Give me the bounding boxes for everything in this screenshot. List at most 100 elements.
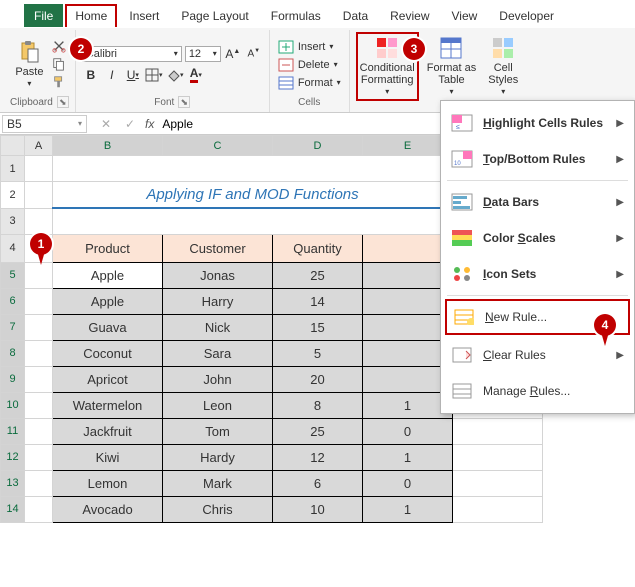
tab-review[interactable]: Review xyxy=(380,4,439,27)
select-all-corner[interactable] xyxy=(1,136,25,156)
cell-E5[interactable] xyxy=(363,262,453,288)
format-as-table-button[interactable]: Format as Table▾ xyxy=(423,34,481,99)
cell-B13[interactable]: Lemon xyxy=(53,470,163,496)
row-head-6[interactable]: 6 xyxy=(1,288,25,314)
cell-C8[interactable]: Sara xyxy=(163,340,273,366)
tab-home[interactable]: Home xyxy=(65,4,117,27)
insert-cells-button[interactable]: Insert ▾ xyxy=(276,39,343,55)
tab-data[interactable]: Data xyxy=(333,4,378,27)
font-launcher[interactable]: ⬊ xyxy=(178,96,190,108)
col-head-E[interactable]: E xyxy=(363,136,453,156)
cell-C6[interactable]: Harry xyxy=(163,288,273,314)
dd-highlight-rules[interactable]: ≤ Highlight Cells Rules ▶ xyxy=(441,105,634,141)
font-name-combo[interactable]: Calibri▾ xyxy=(82,46,182,62)
cancel-formula-button[interactable]: ✕ xyxy=(97,115,115,133)
cell-C7[interactable]: Nick xyxy=(163,314,273,340)
row-head-10[interactable]: 10 xyxy=(1,392,25,418)
cell-E9[interactable] xyxy=(363,366,453,392)
row-head-5[interactable]: 5 xyxy=(1,262,25,288)
paste-button[interactable]: Paste ▾ xyxy=(11,38,47,91)
clipboard-launcher[interactable]: ⬊ xyxy=(57,96,69,108)
underline-button[interactable]: U▾ xyxy=(124,66,142,84)
tab-formulas[interactable]: Formulas xyxy=(261,4,331,27)
cell-B9[interactable]: Apricot xyxy=(53,366,163,392)
tab-developer[interactable]: Developer xyxy=(489,4,564,27)
row-head-8[interactable]: 8 xyxy=(1,340,25,366)
cell-D9[interactable]: 20 xyxy=(273,366,363,392)
cell-D5[interactable]: 25 xyxy=(273,262,363,288)
cell-E8[interactable] xyxy=(363,340,453,366)
col-head-C[interactable]: C xyxy=(163,136,273,156)
cell-D13[interactable]: 6 xyxy=(273,470,363,496)
cell-C10[interactable]: Leon xyxy=(163,392,273,418)
increase-font-button[interactable]: A▲ xyxy=(224,45,242,63)
col-head-B[interactable]: B xyxy=(53,136,163,156)
cell-D7[interactable]: 15 xyxy=(273,314,363,340)
row-head-12[interactable]: 12 xyxy=(1,444,25,470)
delete-cells-button[interactable]: Delete ▾ xyxy=(276,57,343,73)
enter-formula-button[interactable]: ✓ xyxy=(121,115,139,133)
cell-E7[interactable] xyxy=(363,314,453,340)
cut-button[interactable] xyxy=(51,38,67,54)
tab-insert[interactable]: Insert xyxy=(119,4,169,27)
format-cells-button[interactable]: Format ▾ xyxy=(276,75,343,91)
dd-manage-rules[interactable]: Manage Rules... xyxy=(441,373,634,409)
fill-color-button[interactable]: ▾ xyxy=(166,66,184,84)
cell-D10[interactable]: 8 xyxy=(273,392,363,418)
dd-data-bars[interactable]: Data Bars ▶ xyxy=(441,184,634,220)
cell-C14[interactable]: Chris xyxy=(163,496,273,522)
cell-D8[interactable]: 5 xyxy=(273,340,363,366)
cell-B7[interactable]: Guava xyxy=(53,314,163,340)
italic-button[interactable]: I xyxy=(103,66,121,84)
borders-button[interactable]: ▾ xyxy=(145,66,163,84)
cell-E11[interactable]: 0 xyxy=(363,418,453,444)
cell-C12[interactable]: Hardy xyxy=(163,444,273,470)
cell-B12[interactable]: Kiwi xyxy=(53,444,163,470)
cell-C13[interactable]: Mark xyxy=(163,470,273,496)
font-color-button[interactable]: A▾ xyxy=(187,66,205,84)
col-head-A[interactable]: A xyxy=(25,136,53,156)
dd-color-scales[interactable]: Color Scales ▶ xyxy=(441,220,634,256)
tab-view[interactable]: View xyxy=(442,4,488,27)
cell-styles-button[interactable]: Cell Styles▾ xyxy=(484,34,522,99)
cell-E13[interactable]: 0 xyxy=(363,470,453,496)
cell-B8[interactable]: Coconut xyxy=(53,340,163,366)
fx-icon[interactable]: fx xyxy=(145,117,154,131)
tab-page-layout[interactable]: Page Layout xyxy=(171,4,258,27)
cell-D14[interactable]: 10 xyxy=(273,496,363,522)
dd-icon-sets[interactable]: Icon Sets ▶ xyxy=(441,256,634,292)
row-head-2[interactable]: 2 xyxy=(1,182,25,209)
cell-D12[interactable]: 12 xyxy=(273,444,363,470)
row-head-7[interactable]: 7 xyxy=(1,314,25,340)
row-head-1[interactable]: 1 xyxy=(1,156,25,182)
cell-D6[interactable]: 14 xyxy=(273,288,363,314)
cell-B5[interactable]: Apple xyxy=(53,262,163,288)
cell-B11[interactable]: Jackfruit xyxy=(53,418,163,444)
cell-B10[interactable]: Watermelon xyxy=(53,392,163,418)
tab-file[interactable]: File xyxy=(24,4,63,27)
format-painter-button[interactable] xyxy=(51,74,67,90)
row-head-3[interactable]: 3 xyxy=(1,208,25,234)
cell-E12[interactable]: 1 xyxy=(363,444,453,470)
name-box[interactable]: B5▾ xyxy=(2,115,87,133)
copy-button[interactable] xyxy=(51,56,67,72)
dd-top-bottom[interactable]: 10 Top/Bottom Rules ▶ xyxy=(441,141,634,177)
cell-C9[interactable]: John xyxy=(163,366,273,392)
cell-D11[interactable]: 25 xyxy=(273,418,363,444)
font-size-combo[interactable]: 12▾ xyxy=(185,46,221,62)
cell-B14[interactable]: Avocado xyxy=(53,496,163,522)
cell-E10[interactable]: 1 xyxy=(363,392,453,418)
cell-E14[interactable]: 1 xyxy=(363,496,453,522)
row-head-11[interactable]: 11 xyxy=(1,418,25,444)
cell-C11[interactable]: Tom xyxy=(163,418,273,444)
cell-E6[interactable] xyxy=(363,288,453,314)
cell-B6[interactable]: Apple xyxy=(53,288,163,314)
row-head-9[interactable]: 9 xyxy=(1,366,25,392)
row-head-4[interactable]: 4 xyxy=(1,234,25,262)
decrease-font-button[interactable]: A▼ xyxy=(245,45,263,63)
bold-button[interactable]: B xyxy=(82,66,100,84)
col-head-D[interactable]: D xyxy=(273,136,363,156)
row-head-14[interactable]: 14 xyxy=(1,496,25,522)
cell-C5[interactable]: Jonas xyxy=(163,262,273,288)
row-head-13[interactable]: 13 xyxy=(1,470,25,496)
